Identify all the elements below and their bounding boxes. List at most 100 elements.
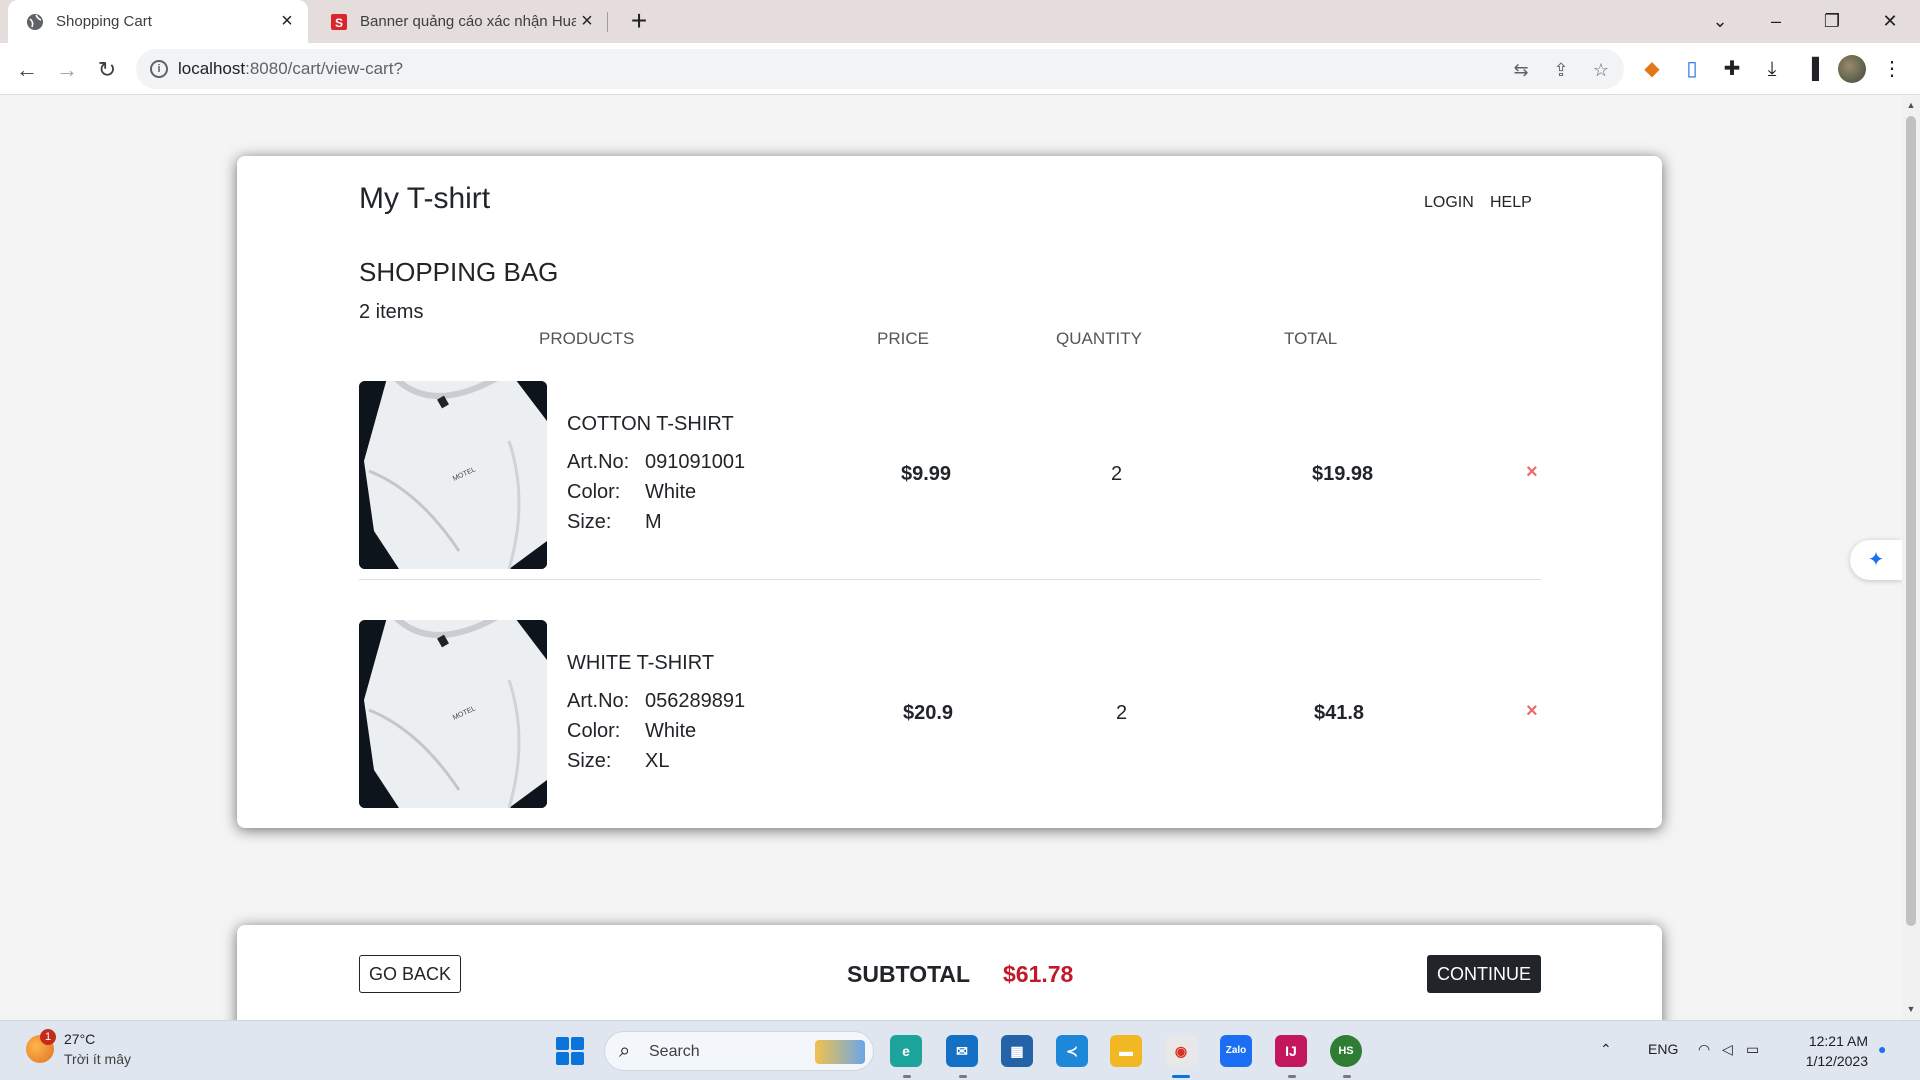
column-header-total: TOTAL bbox=[1284, 329, 1338, 348]
page-title: SHOPPING BAG bbox=[359, 257, 559, 287]
hs-app-icon[interactable]: HS bbox=[1330, 1035, 1362, 1067]
site-logo-icon: S bbox=[331, 13, 347, 30]
intellij-running-indicator bbox=[1288, 1075, 1296, 1078]
tab-banner[interactable]: S Banner quảng cáo xác nhận Hua × bbox=[312, 0, 608, 43]
item-divider bbox=[359, 579, 1541, 580]
weather-temperature[interactable]: 27°C bbox=[64, 1031, 95, 1047]
clock-time: 12:21 AM bbox=[1808, 1033, 1868, 1049]
browser-toolbar: ← → ↻ i localhost:8080/cart/view-cart? ⇆… bbox=[0, 43, 1920, 95]
product-name[interactable]: COTTON T-SHIRT bbox=[567, 413, 734, 436]
profile-avatar[interactable] bbox=[1838, 55, 1866, 83]
browser-tab-bar: Shopping Cart × S Banner quảng cáo xác n… bbox=[0, 0, 1920, 43]
tab-search-chevron-icon[interactable]: ⌄ bbox=[1700, 6, 1740, 36]
page-viewport: My T-shirt LOGIN HELP SHOPPING BAG 2 ite… bbox=[0, 96, 1902, 1020]
art-number-row: Art.No: 091091001 bbox=[567, 451, 745, 474]
close-tab-icon[interactable]: × bbox=[576, 10, 598, 33]
globe-icon bbox=[27, 13, 43, 30]
download-icon[interactable]: ⤓ bbox=[1758, 55, 1786, 83]
url-text[interactable]: localhost:8080/cart/view-cart? bbox=[178, 59, 403, 79]
reload-icon[interactable]: ↻ bbox=[92, 55, 122, 85]
art-number-value: 056289891 bbox=[645, 690, 746, 712]
subtotal-label: SUBTOTAL bbox=[847, 961, 971, 987]
scroll-up-icon[interactable]: ▲ bbox=[1906, 100, 1916, 110]
subtotal-value: $61.78 bbox=[1003, 961, 1074, 987]
scroll-down-icon[interactable]: ▼ bbox=[1906, 1004, 1916, 1014]
art-number-label: Art.No: bbox=[567, 451, 630, 473]
tab-title: Shopping Cart bbox=[56, 13, 152, 30]
item-price: $9.99 bbox=[901, 463, 952, 485]
taskbar-search-label: Search bbox=[649, 1043, 700, 1060]
site-brand[interactable]: My T-shirt bbox=[359, 182, 490, 216]
minimize-icon[interactable]: – bbox=[1756, 6, 1796, 36]
close-tab-icon[interactable]: × bbox=[276, 10, 298, 33]
chrome-menu-icon[interactable]: ⋮ bbox=[1878, 55, 1906, 83]
mail-running-indicator bbox=[959, 1075, 967, 1078]
forward-icon[interactable]: → bbox=[52, 55, 82, 85]
art-number-value: 091091001 bbox=[645, 451, 746, 473]
input-language[interactable]: ENG bbox=[1648, 1041, 1678, 1057]
share-icon[interactable]: ⇪ bbox=[1548, 57, 1574, 83]
item-quantity[interactable]: 2 bbox=[1111, 463, 1122, 486]
search-highlight-icon bbox=[815, 1040, 865, 1064]
intellij-icon[interactable]: IJ bbox=[1275, 1035, 1307, 1067]
go-back-button[interactable]: GO BACK bbox=[359, 955, 461, 993]
store-icon[interactable]: ▦ bbox=[1001, 1035, 1033, 1067]
continue-button[interactable]: CONTINUE bbox=[1427, 955, 1541, 993]
side-panel-icon[interactable]: ▐ bbox=[1798, 55, 1826, 83]
page-scrollbar[interactable]: ▲ ▼ bbox=[1902, 96, 1920, 1020]
restore-icon[interactable]: ❐ bbox=[1812, 6, 1852, 36]
site-info-icon[interactable]: i bbox=[150, 60, 168, 78]
checkout-bar: GO BACK SUBTOTAL $61.78 CONTINUE bbox=[237, 925, 1662, 1020]
item-quantity[interactable]: 2 bbox=[1116, 702, 1127, 725]
item-count: 2 items bbox=[359, 301, 424, 323]
close-window-icon[interactable]: ✕ bbox=[1870, 6, 1910, 36]
chrome-icon[interactable]: ◉ bbox=[1165, 1035, 1197, 1067]
floating-assistant-icon[interactable]: ✦ bbox=[1850, 540, 1902, 580]
product-image[interactable]: MOTEL bbox=[359, 381, 547, 569]
mail-icon[interactable]: ✉ bbox=[946, 1035, 978, 1067]
url-host: localhost bbox=[178, 59, 246, 78]
edge-running-indicator bbox=[903, 1075, 911, 1078]
product-image[interactable]: MOTEL bbox=[359, 620, 547, 808]
bookmark-star-icon[interactable]: ☆ bbox=[1588, 57, 1614, 83]
file-explorer-icon[interactable]: ▬ bbox=[1110, 1035, 1142, 1067]
new-tab-icon[interactable]: + bbox=[624, 6, 654, 36]
notification-bell-icon[interactable]: ● bbox=[1878, 1041, 1886, 1057]
edge-icon[interactable]: e bbox=[890, 1035, 922, 1067]
zalo-icon[interactable]: Zalo bbox=[1220, 1035, 1252, 1067]
chrome-running-indicator bbox=[1172, 1075, 1190, 1078]
scrollbar-thumb[interactable] bbox=[1906, 116, 1916, 926]
weather-description[interactable]: Trời ít mây bbox=[64, 1051, 131, 1067]
tshirt-photo-icon: MOTEL bbox=[359, 381, 547, 569]
product-name[interactable]: WHITE T-SHIRT bbox=[567, 652, 714, 675]
help-link[interactable]: HELP bbox=[1490, 194, 1532, 212]
tab-separator bbox=[607, 12, 608, 32]
volume-icon[interactable]: ◁ bbox=[1722, 1041, 1733, 1058]
vscode-icon[interactable]: ≺ bbox=[1056, 1035, 1088, 1067]
tab-shopping-cart[interactable]: Shopping Cart × bbox=[8, 0, 308, 43]
remove-item-icon[interactable]: × bbox=[1526, 700, 1538, 723]
windows-start-icon[interactable] bbox=[556, 1037, 584, 1065]
hs-running-indicator bbox=[1343, 1075, 1351, 1078]
item-total: $41.8 bbox=[1314, 702, 1365, 724]
back-icon[interactable]: ← bbox=[12, 55, 42, 85]
login-link[interactable]: LOGIN bbox=[1424, 194, 1474, 212]
extensions-puzzle-icon[interactable]: ✚ bbox=[1718, 55, 1746, 83]
cart-item: MOTEL COTTON T-SHIRT Art.No: 091091001 Co… bbox=[359, 381, 1541, 569]
remove-item-icon[interactable]: × bbox=[1526, 461, 1538, 484]
size-label: Size: bbox=[567, 511, 612, 533]
color-value: White bbox=[645, 481, 697, 503]
taskbar-search[interactable]: ⌕ Search bbox=[604, 1031, 874, 1071]
extension-doc-icon[interactable]: ▯ bbox=[1678, 55, 1706, 83]
art-number-row: Art.No: 056289891 bbox=[567, 690, 745, 713]
tray-overflow-icon[interactable]: ⌃ bbox=[1600, 1041, 1612, 1058]
art-number-label: Art.No: bbox=[567, 690, 630, 712]
system-clock[interactable]: 12:21 AM 1/12/2023 bbox=[1794, 1031, 1868, 1071]
address-bar[interactable]: i localhost:8080/cart/view-cart? ⇆ ⇪ ☆ bbox=[136, 49, 1624, 89]
wifi-icon[interactable]: ◠ bbox=[1698, 1041, 1710, 1058]
battery-icon[interactable]: ▭ bbox=[1746, 1041, 1759, 1058]
size-row: Size: XL bbox=[567, 750, 669, 773]
translate-icon[interactable]: ⇆ bbox=[1508, 57, 1534, 83]
metamask-extension-icon[interactable]: ◆ bbox=[1638, 55, 1666, 83]
tshirt-photo-icon: MOTEL bbox=[359, 620, 547, 808]
